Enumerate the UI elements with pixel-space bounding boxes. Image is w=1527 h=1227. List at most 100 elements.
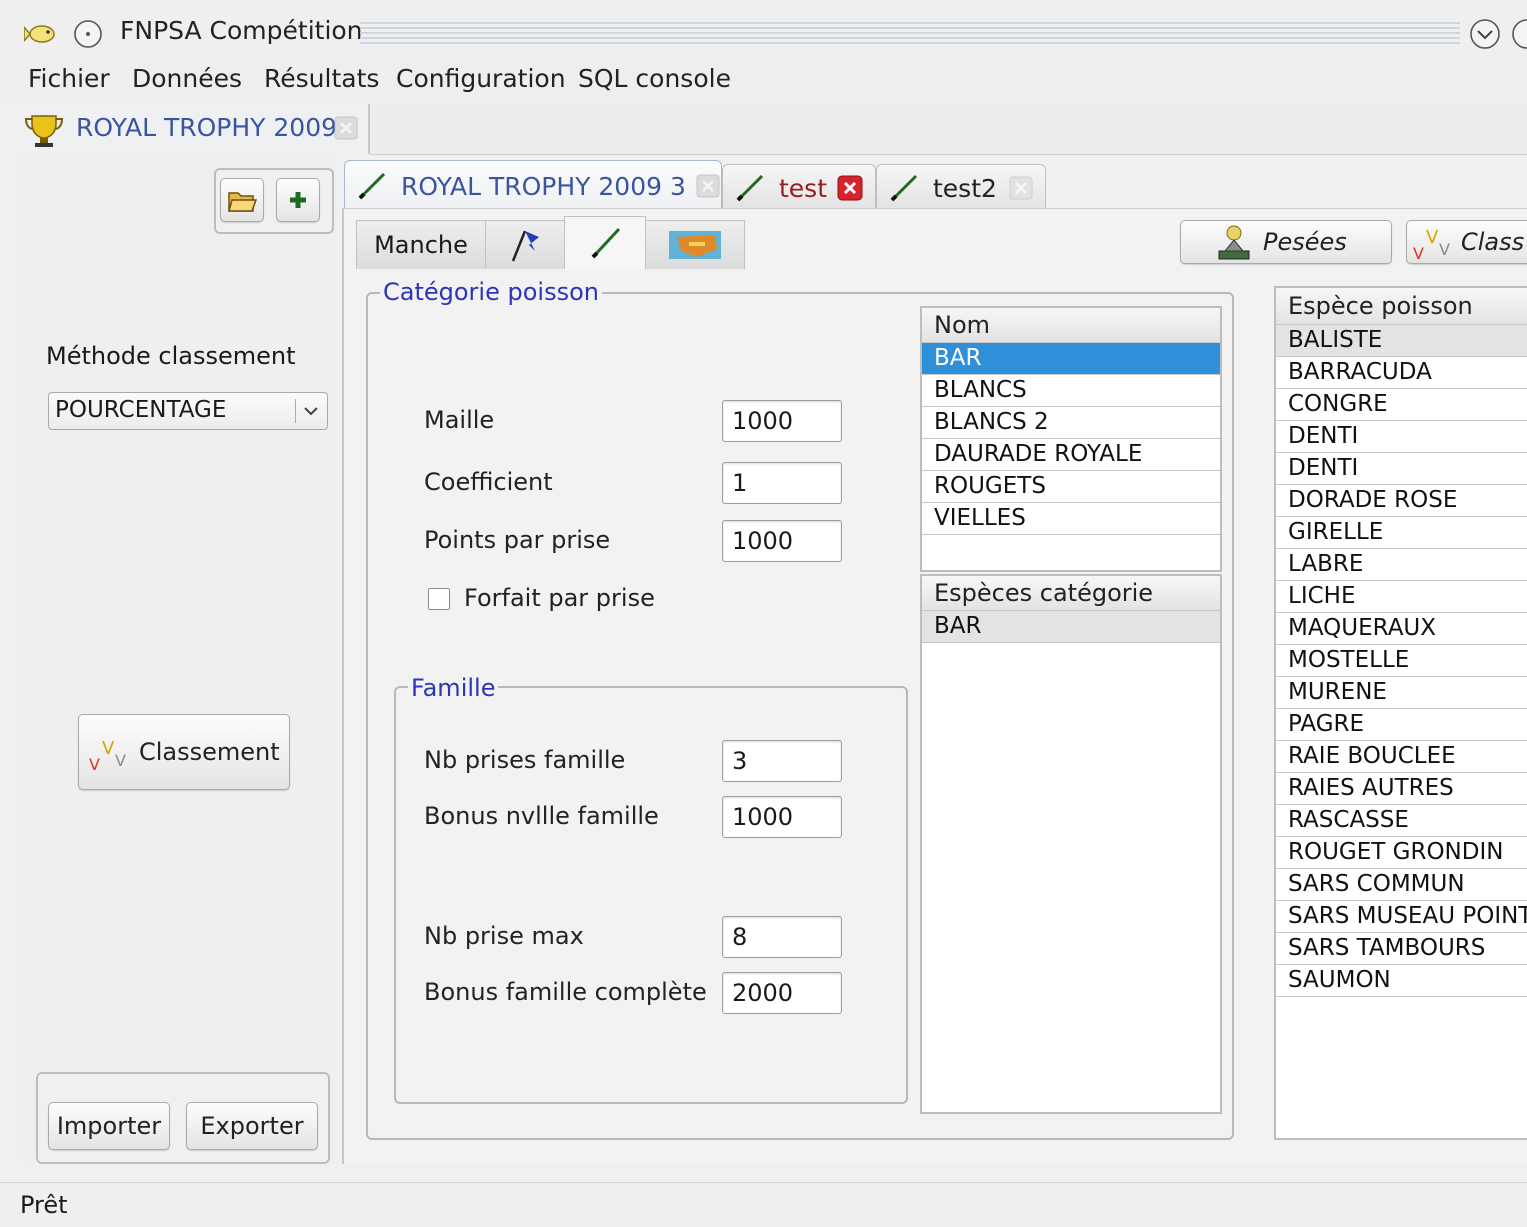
- list-item[interactable]: PAGRE: [1276, 709, 1527, 741]
- list-item[interactable]: SARS COMMUN: [1276, 869, 1527, 901]
- list-item[interactable]: BALISTE: [1276, 325, 1527, 357]
- chevron-down-icon: [304, 407, 318, 416]
- list-item[interactable]: MOSTELLE: [1276, 645, 1527, 677]
- list-item[interactable]: DENTI: [1276, 453, 1527, 485]
- bonus-complete-field[interactable]: 2000: [722, 972, 842, 1014]
- menu-resultats[interactable]: Résultats: [264, 64, 379, 93]
- doc-tab-bar: [370, 104, 1527, 155]
- title-bar-grip: [360, 22, 1460, 44]
- maille-label: Maille: [424, 406, 495, 434]
- list-item[interactable]: DORADE ROSE: [1276, 485, 1527, 517]
- method-select[interactable]: POURCENTAGE: [48, 392, 328, 430]
- list-item[interactable]: RASCASSE: [1276, 805, 1527, 837]
- nb-prises-field[interactable]: 3: [722, 740, 842, 782]
- nom-list[interactable]: Nom BAR BLANCS BLANCS 2 DAURADE ROYALE R…: [920, 306, 1222, 572]
- list-item[interactable]: MAQUERAUX: [1276, 613, 1527, 645]
- coefficient-field[interactable]: 1: [722, 462, 842, 504]
- subtab-rod[interactable]: [564, 216, 646, 269]
- bonus-complete-label: Bonus famille complète: [424, 978, 707, 1006]
- list-item[interactable]: BAR: [922, 611, 1220, 643]
- trophy-icon: [24, 115, 64, 147]
- svg-text:V: V: [1439, 240, 1450, 259]
- open-folder-icon: [228, 192, 257, 212]
- subtab-manche[interactable]: Manche: [356, 220, 486, 269]
- svg-text:V: V: [89, 755, 100, 772]
- nb-max-field[interactable]: 8: [722, 916, 842, 958]
- maximize-icon[interactable]: [1510, 17, 1527, 51]
- coefficient-label: Coefficient: [424, 468, 553, 496]
- espece-poisson-header[interactable]: Espèce poisson: [1276, 288, 1527, 325]
- especes-categorie-list[interactable]: Espèces catégorie BAR: [920, 574, 1222, 1114]
- open-folder-button[interactable]: [220, 178, 264, 222]
- bonus-nvlle-field[interactable]: 1000: [722, 796, 842, 838]
- import-button[interactable]: Importer: [48, 1102, 170, 1150]
- tab-label: test: [779, 173, 828, 203]
- close-tab-icon[interactable]: [334, 116, 358, 140]
- list-item[interactable]: BAR: [922, 343, 1220, 375]
- espece-poisson-list[interactable]: Espèce poisson BALISTE BARRACUDA CONGRE …: [1274, 286, 1527, 1140]
- minimize-icon[interactable]: [1468, 17, 1502, 51]
- menu-sql-console[interactable]: SQL console: [578, 64, 731, 93]
- list-item[interactable]: RAIE BOUCLEE: [1276, 741, 1527, 773]
- classement-action-button[interactable]: V V V Class: [1406, 220, 1527, 264]
- method-label: Méthode classement: [46, 342, 296, 370]
- status-bar: Prêt: [0, 1182, 1527, 1227]
- list-item[interactable]: SARS MUSEAU POINTU: [1276, 901, 1527, 933]
- svg-text:V: V: [1426, 227, 1439, 248]
- map-icon: [669, 231, 721, 259]
- menu-configuration[interactable]: Configuration: [396, 64, 566, 93]
- pesees-button[interactable]: Pesées: [1180, 220, 1392, 264]
- medals-icon: V V V: [1413, 227, 1450, 261]
- import-export-frame: Importer Exporter: [36, 1072, 330, 1164]
- menu-donnees[interactable]: Données: [132, 64, 242, 93]
- list-item[interactable]: ROUGET GRONDIN: [1276, 837, 1527, 869]
- list-item[interactable]: DAURADE ROYALE: [922, 439, 1220, 471]
- doc-tab-royal-trophy[interactable]: ROYAL TROPHY 2009: [18, 104, 371, 154]
- list-item[interactable]: LICHE: [1276, 581, 1527, 613]
- close-tab-icon[interactable]: [837, 175, 863, 201]
- tab-royal-trophy-3[interactable]: ROYAL TROPHY 2009 3: [344, 160, 722, 211]
- tab-label: test2: [933, 173, 997, 203]
- pesees-label: Pesées: [1263, 228, 1347, 256]
- subtab-map[interactable]: [645, 220, 745, 269]
- list-item[interactable]: GIRELLE: [1276, 517, 1527, 549]
- window-title: FNPSA Compétition: [120, 16, 363, 45]
- list-item[interactable]: DENTI: [1276, 421, 1527, 453]
- window-menu-icon[interactable]: [72, 18, 104, 50]
- flag-icon: [511, 230, 539, 262]
- list-item[interactable]: CONGRE: [1276, 389, 1527, 421]
- fishing-rod-icon: [890, 174, 918, 202]
- list-item[interactable]: ROUGETS: [922, 471, 1220, 503]
- points-field[interactable]: 1000: [722, 520, 842, 562]
- status-text: Prêt: [20, 1191, 68, 1219]
- list-item[interactable]: MURENE: [1276, 677, 1527, 709]
- classement-button[interactable]: V V V Classement: [78, 714, 290, 790]
- doc-tab-label: ROYAL TROPHY 2009: [76, 113, 338, 142]
- method-select-value: POURCENTAGE: [55, 397, 227, 423]
- points-label: Points par prise: [424, 526, 611, 554]
- subtab-flag[interactable]: [485, 220, 565, 269]
- medals-icon: V V V: [89, 738, 126, 772]
- add-button[interactable]: [276, 178, 320, 222]
- maille-field[interactable]: 1000: [722, 400, 842, 442]
- list-item[interactable]: SARS TAMBOURS: [1276, 933, 1527, 965]
- export-button[interactable]: Exporter: [186, 1102, 318, 1150]
- list-item[interactable]: SAUMON: [1276, 965, 1527, 997]
- svg-text:V: V: [102, 738, 115, 759]
- tab-test2[interactable]: test2: [876, 164, 1046, 211]
- forfait-checkbox[interactable]: [428, 588, 450, 610]
- list-item[interactable]: VIELLES: [922, 503, 1220, 535]
- close-tab-icon[interactable]: [696, 174, 720, 198]
- classement-action-label: Class: [1461, 228, 1525, 256]
- list-item[interactable]: LABRE: [1276, 549, 1527, 581]
- list-item[interactable]: BARRACUDA: [1276, 357, 1527, 389]
- nom-header[interactable]: Nom: [922, 308, 1220, 343]
- list-item[interactable]: RAIES AUTRES: [1276, 773, 1527, 805]
- list-item[interactable]: BLANCS 2: [922, 407, 1220, 439]
- svg-text:V: V: [115, 751, 126, 770]
- list-item[interactable]: BLANCS: [922, 375, 1220, 407]
- tab-test[interactable]: test: [722, 164, 876, 211]
- close-tab-icon[interactable]: [1009, 176, 1033, 200]
- menu-fichier[interactable]: Fichier: [28, 64, 110, 93]
- especes-categorie-header[interactable]: Espèces catégorie: [922, 576, 1220, 611]
